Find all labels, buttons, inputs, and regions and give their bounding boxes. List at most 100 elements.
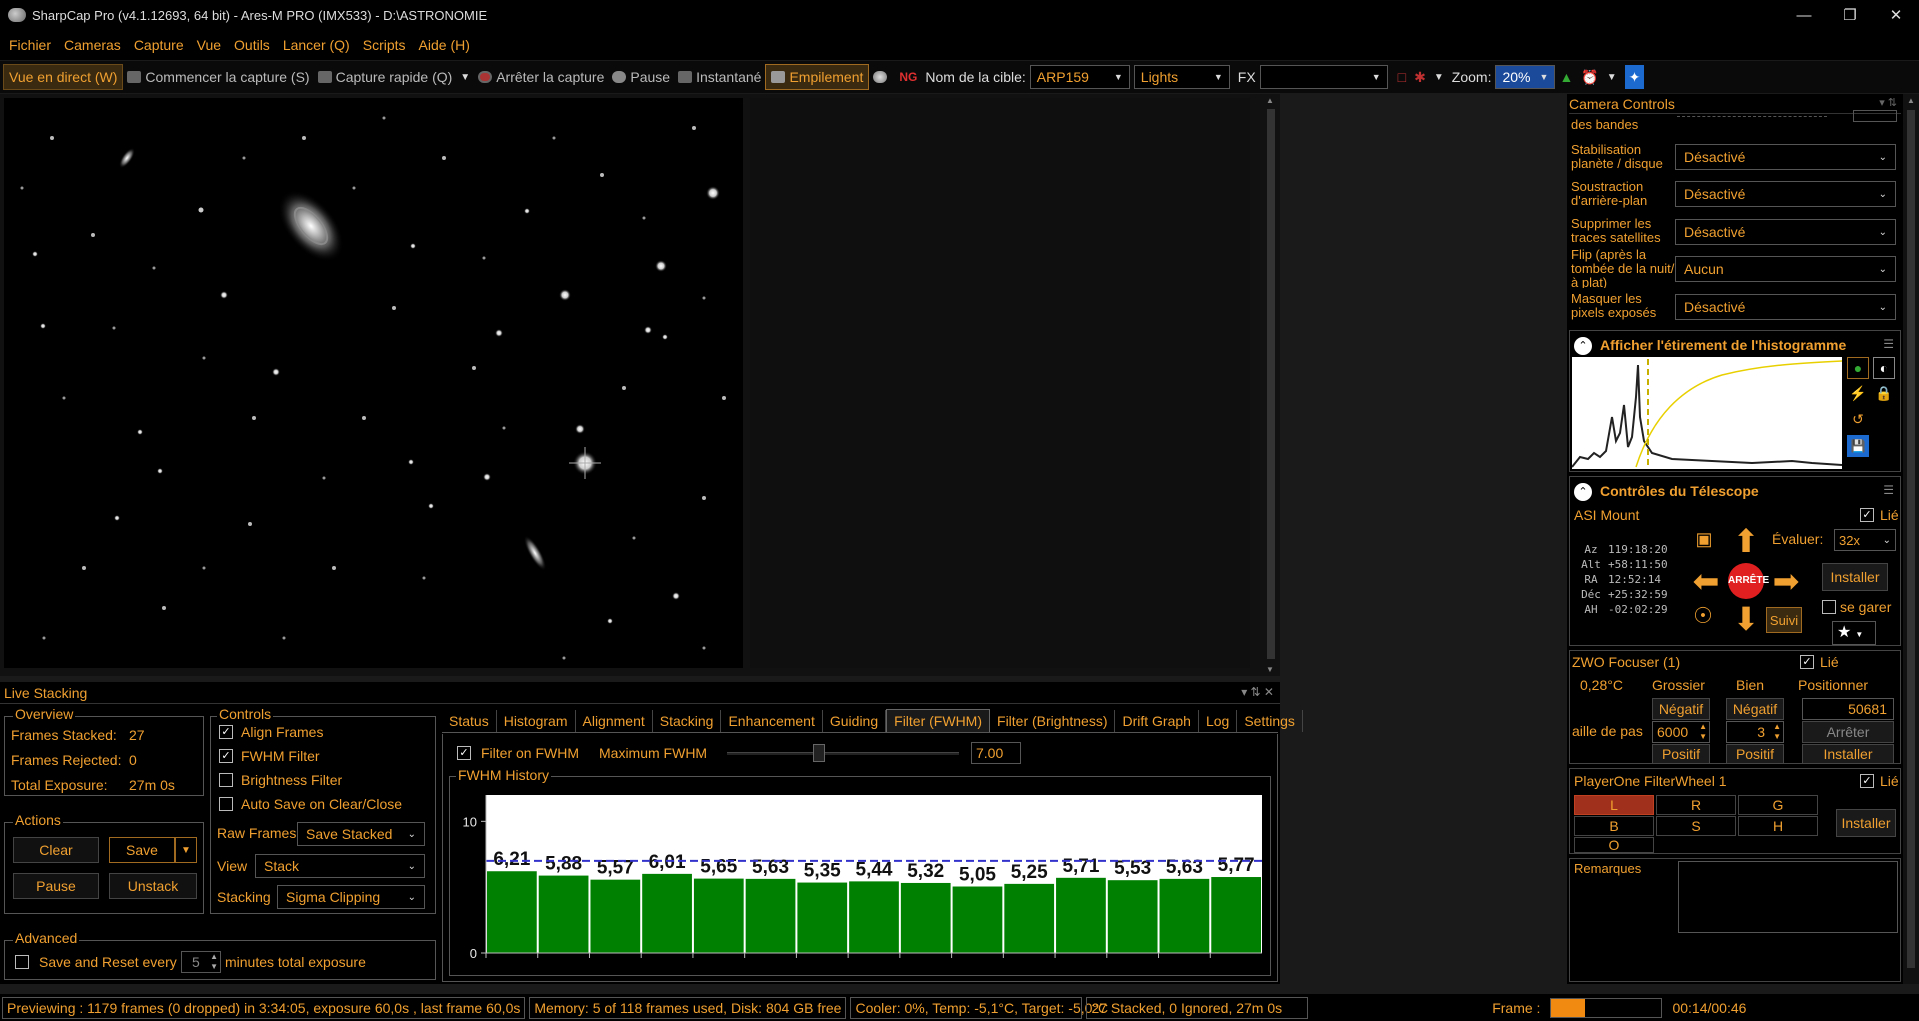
mount-install-button[interactable]: Installer <box>1822 563 1888 591</box>
coarse-negative-button[interactable]: Négatif <box>1652 698 1710 720</box>
camera-image[interactable] <box>4 98 743 668</box>
focuser-install-button[interactable]: Installer <box>1802 744 1894 764</box>
filterwheel-install-button[interactable]: Installer <box>1836 809 1896 837</box>
focuser-linked-checkbox[interactable]: ✓ <box>1800 655 1814 669</box>
selection-icon[interactable]: □ <box>1394 69 1410 85</box>
contrast-icon[interactable]: ◐ <box>1873 357 1895 379</box>
mount-linked-checkbox[interactable]: ✓ <box>1860 508 1874 522</box>
tab-log[interactable]: Log <box>1199 710 1238 732</box>
view-dropdown[interactable]: Stack ⌄ <box>255 854 425 878</box>
chevron-down-icon[interactable]: ▼ <box>1603 72 1621 83</box>
right-panel-scrollbar[interactable]: ▲ <box>1903 94 1919 984</box>
fwhm-filter-checkbox[interactable]: ✓ <box>219 749 233 763</box>
scroll-down-icon[interactable]: ▼ <box>1266 665 1274 674</box>
background-subtraction-dropdown[interactable]: Désactivé ⌄ <box>1675 181 1896 207</box>
quick-capture-button[interactable]: Capture rapide (Q) ▼ <box>314 69 475 85</box>
target-name-combo[interactable]: ARP159 ▼ <box>1029 65 1130 89</box>
image-viewer[interactable] <box>0 94 1262 676</box>
alarm-icon[interactable]: ⏰ <box>1577 69 1602 86</box>
satellite-removal-dropdown[interactable]: Désactivé ⌄ <box>1675 219 1896 245</box>
stabilization-dropdown[interactable]: Désactivé ⌄ <box>1675 144 1896 170</box>
menu-outils[interactable]: Outils <box>229 37 278 53</box>
chevron-down-icon[interactable]: ▼ <box>460 72 470 83</box>
filterwheel-linked-checkbox[interactable]: ✓ <box>1860 774 1874 788</box>
tab-drift-graph[interactable]: Drift Graph <box>1115 710 1199 732</box>
spinner-icon[interactable]: ▲ ▼ <box>210 952 218 972</box>
reset-icon[interactable]: ↺ <box>1847 409 1869 431</box>
menu-fichier[interactable]: Fichier <box>4 37 59 53</box>
save-reset-minutes-input[interactable]: 5 ▲ ▼ <box>181 951 221 973</box>
zoom-combo[interactable]: 20% ▼ <box>1495 65 1556 89</box>
fine-positive-button[interactable]: Positif <box>1726 744 1784 764</box>
fine-step-input[interactable]: 3 ▲ ▼ <box>1726 721 1784 743</box>
auto-stretch-icon[interactable]: ● <box>1847 357 1869 379</box>
align-frames-checkbox[interactable]: ✓ <box>219 725 233 739</box>
arrow-down-icon[interactable]: ⬇ <box>1728 601 1764 637</box>
fine-negative-button[interactable]: Négatif <box>1726 698 1784 720</box>
dark-frame-button[interactable] <box>869 71 895 83</box>
clear-button[interactable]: Clear <box>13 837 99 863</box>
arrow-left-icon[interactable]: ⬅ <box>1688 563 1724 599</box>
hamburger-icon[interactable]: ☰ <box>1883 483 1894 497</box>
minimize-button[interactable]: — <box>1781 0 1827 30</box>
tab-enhancement[interactable]: Enhancement <box>721 710 823 732</box>
save-button[interactable]: Save <box>109 837 175 863</box>
max-fwhm-input[interactable]: 7.00 <box>971 742 1021 764</box>
scroll-up-icon[interactable]: ▲ <box>1907 96 1915 105</box>
menu-scripts[interactable]: Scripts <box>358 37 414 53</box>
focuser-stop-button[interactable]: Arrêter <box>1802 721 1894 743</box>
panel-menu-icon[interactable]: ▾ ⇅ <box>1879 96 1897 109</box>
pause-stacking-button[interactable]: Pause <box>13 873 99 899</box>
menu-vue[interactable]: Vue <box>192 37 229 53</box>
snapshot-button[interactable]: Instantané <box>674 69 765 85</box>
scroll-up-icon[interactable]: ▲ <box>1266 96 1274 105</box>
auto-save-checkbox[interactable] <box>219 797 233 811</box>
home-target-icon[interactable]: ☉ <box>1688 601 1718 631</box>
spinner-icon[interactable]: ▲ ▼ <box>1773 722 1781 742</box>
tracking-button[interactable]: Suivi <box>1766 607 1802 633</box>
stop-mount-button[interactable]: ARRÊTE <box>1728 563 1769 599</box>
max-fwhm-slider-thumb[interactable] <box>813 744 825 762</box>
tab-filter-brightness[interactable]: Filter (Brightness) <box>990 710 1116 732</box>
live-view-button[interactable]: Vue en direct (W) <box>3 64 124 90</box>
filter-B-button[interactable]: B <box>1574 816 1654 836</box>
filter-L-button[interactable]: L <box>1574 795 1654 815</box>
pin-icon[interactable]: ✦ <box>1624 65 1645 89</box>
filter-S-button[interactable]: S <box>1656 816 1736 836</box>
start-capture-button[interactable]: Commencer la capture (S) <box>123 69 313 85</box>
tab-stacking[interactable]: Stacking <box>653 710 722 732</box>
max-fwhm-slider-track[interactable] <box>727 752 959 755</box>
collapse-icon[interactable]: ⌃ <box>1574 337 1592 355</box>
stacking-button[interactable]: Empilement <box>765 64 870 90</box>
brightness-filter-checkbox[interactable] <box>219 773 233 787</box>
coarse-step-input[interactable]: 6000 ▲ ▼ <box>1652 721 1710 743</box>
panel-window-controls[interactable]: ▾ ⇅ ✕ <box>1241 685 1274 699</box>
lock-icon[interactable]: 🔒 <box>1873 383 1895 405</box>
collapse-icon[interactable]: ⌃ <box>1574 483 1592 501</box>
save-icon[interactable]: 💾 <box>1847 435 1869 457</box>
mask-pixels-dropdown[interactable]: Désactivé ⌄ <box>1675 294 1896 320</box>
filter-H-button[interactable]: H <box>1738 816 1818 836</box>
raw-frames-dropdown[interactable]: Save Stacked ⌄ <box>297 822 425 846</box>
stacking-method-dropdown[interactable]: Sigma Clipping ⌄ <box>277 885 425 909</box>
hamburger-icon[interactable]: ☰ <box>1883 337 1894 351</box>
spinner-icon[interactable]: ▲ ▼ <box>1699 722 1707 742</box>
tab-guiding[interactable]: Guiding <box>823 710 887 732</box>
tab-filter-fwhm[interactable]: Filter (FWHM) <box>886 709 991 732</box>
maximize-button[interactable]: ❐ <box>1827 0 1873 30</box>
fx-combo[interactable]: ▼ <box>1259 65 1388 89</box>
frame-type-combo[interactable]: Lights ▼ <box>1133 65 1230 89</box>
pause-button[interactable]: Pause <box>608 69 674 85</box>
notes-textarea[interactable] <box>1678 861 1898 933</box>
viewer-scrollbar[interactable]: ▲ ▼ <box>1262 94 1280 676</box>
arrow-right-icon[interactable]: ➡ <box>1768 563 1804 599</box>
tab-settings[interactable]: Settings <box>1237 710 1303 732</box>
goto-icon[interactable]: ▣ <box>1692 529 1716 553</box>
save-reset-checkbox[interactable] <box>15 955 29 969</box>
position-input[interactable]: 50681 <box>1802 698 1894 720</box>
scrollbar-thumb[interactable] <box>1267 109 1275 659</box>
scrollbar-thumb[interactable] <box>1907 110 1915 968</box>
filter-R-button[interactable]: R <box>1656 795 1736 815</box>
menu-aide[interactable]: Aide (H) <box>414 37 478 53</box>
histogram-graph[interactable] <box>1572 357 1842 469</box>
